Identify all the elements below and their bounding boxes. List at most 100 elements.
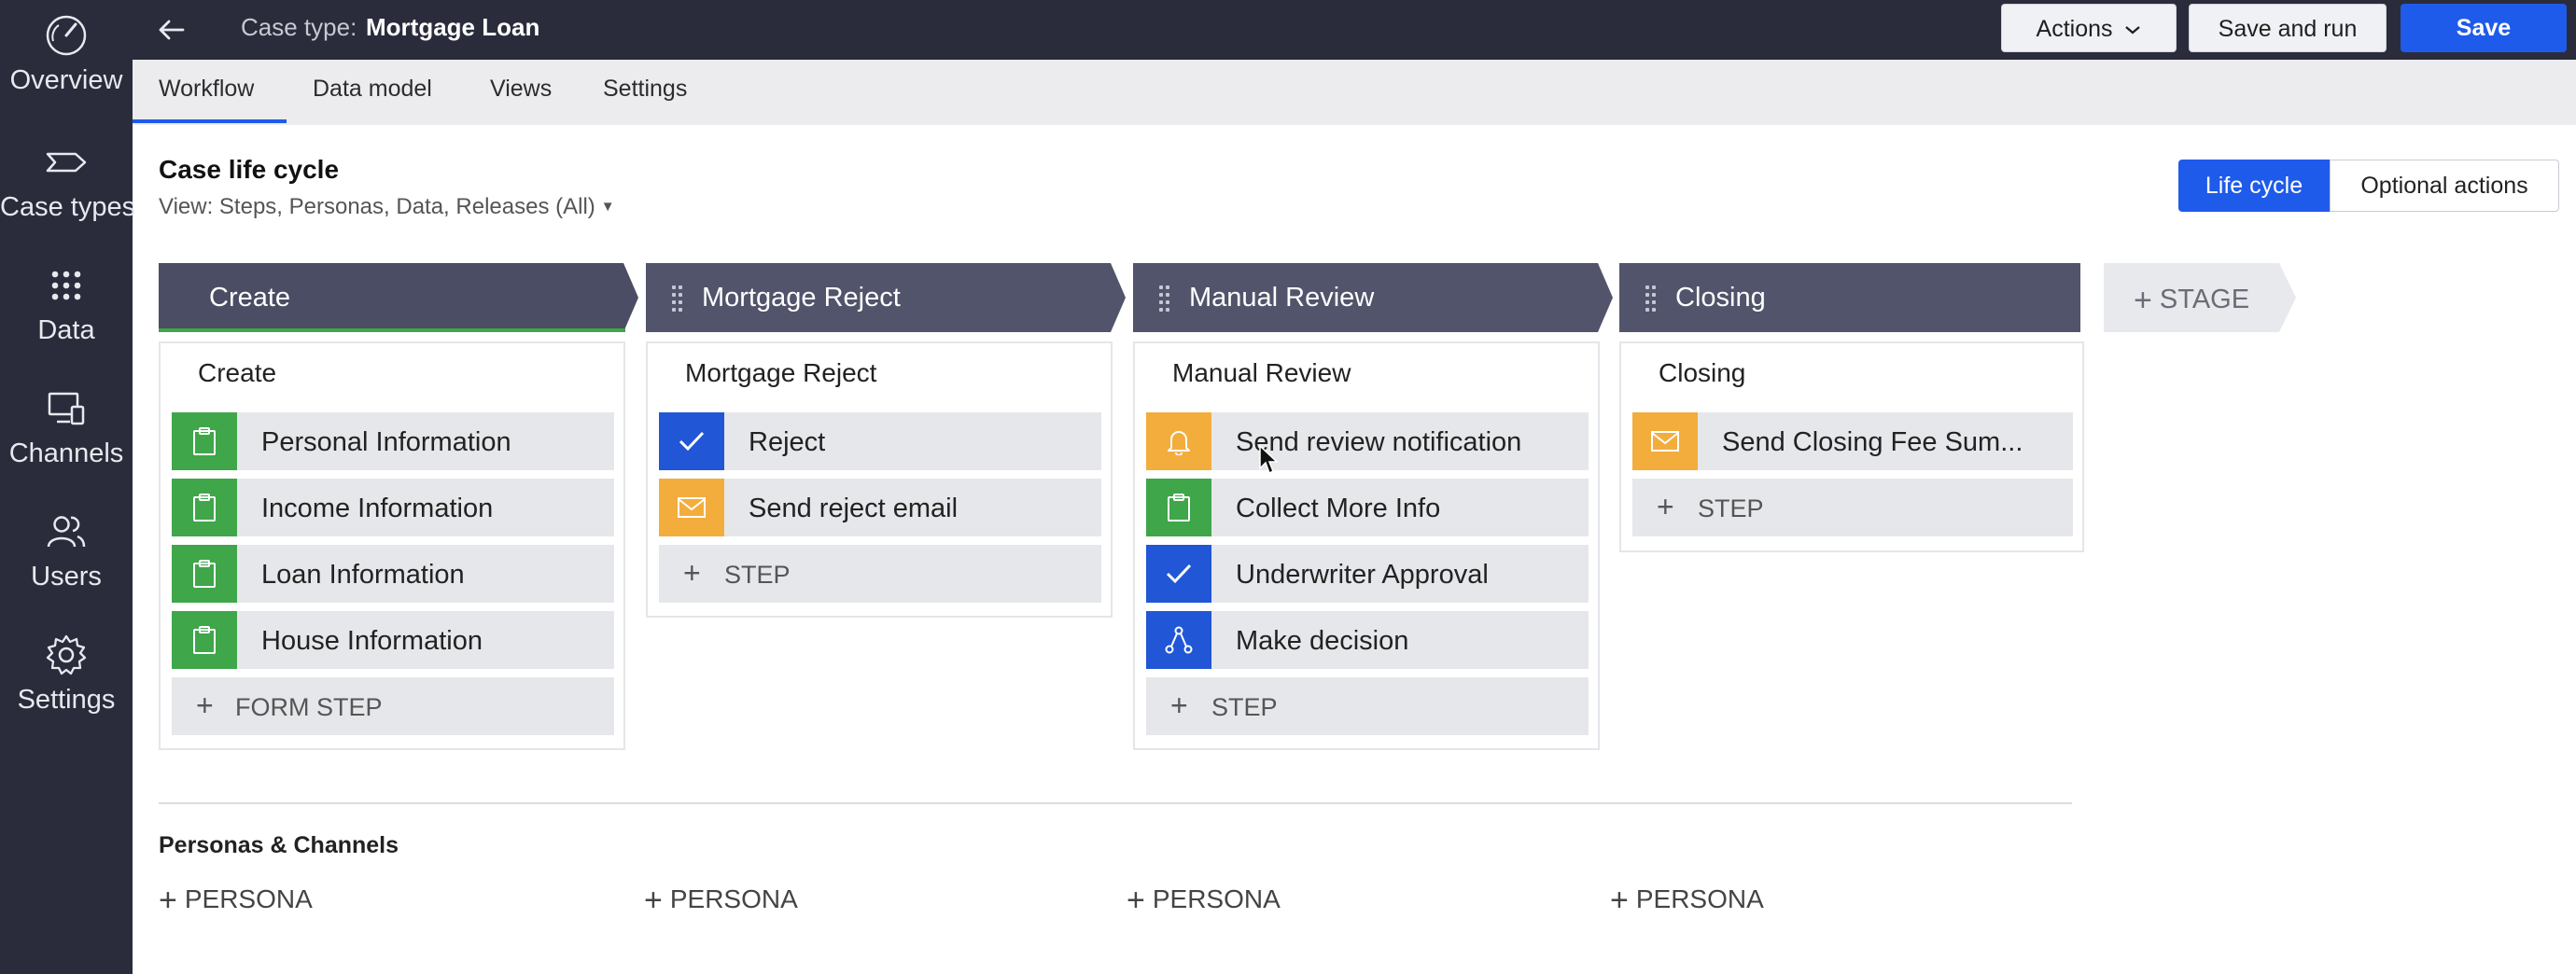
step-label: Personal Information	[261, 427, 511, 457]
envelope-icon	[1632, 412, 1698, 470]
add-persona-label: PERSONA	[1152, 884, 1281, 913]
tab-views[interactable]: Views	[490, 76, 552, 103]
plus-icon: +	[159, 883, 177, 918]
step-label: Make decision	[1236, 626, 1409, 656]
tab-workflow[interactable]: Workflow	[159, 76, 254, 103]
step-underwriter-approval[interactable]: Underwriter Approval	[1146, 545, 1589, 603]
back-arrow-icon[interactable]	[151, 11, 192, 49]
personas-channels-title: Personas & Channels	[159, 832, 399, 858]
nav-item-settings[interactable]: Settings	[0, 619, 133, 743]
step-collect-more-info[interactable]: Collect More Info	[1146, 479, 1589, 536]
plus-icon: +	[1657, 490, 1674, 523]
step-house-information[interactable]: House Information	[172, 611, 614, 669]
step-label: Income Information	[261, 494, 494, 523]
active-tab-indicator	[133, 119, 287, 123]
plus-icon: +	[1127, 883, 1145, 918]
step-label: Reject	[749, 427, 826, 457]
process-name[interactable]: Mortgage Reject	[685, 358, 876, 388]
top-bar: Case type: Mortgage Loan Actions Save an…	[133, 0, 2576, 60]
stage-name: Manual Review	[1189, 283, 1375, 313]
stage-name: Create	[209, 283, 291, 313]
nav-item-users[interactable]: Users	[0, 496, 133, 619]
view-selector-dropdown[interactable]: View: Steps, Personas, Data, Releases (A…	[159, 194, 615, 220]
stage-header-create[interactable]: Create	[159, 263, 638, 332]
nav-label-case-types: Case types	[0, 192, 136, 222]
add-step-button[interactable]: + STEP	[659, 545, 1101, 603]
mouse-cursor-icon	[1259, 444, 1279, 475]
add-step-button[interactable]: + STEP	[1632, 479, 2073, 536]
save-and-run-button[interactable]: Save and run	[2189, 4, 2387, 52]
stage-column-manual-review: Manual Review Send review notification C…	[1133, 341, 1600, 750]
left-nav-sidebar: Overview Case types Data Channels Users …	[0, 0, 136, 974]
process-name[interactable]: Create	[198, 358, 276, 388]
nav-label-overview: Overview	[9, 65, 123, 95]
add-persona-label: PERSONA	[1635, 884, 1764, 913]
plus-icon: +	[644, 883, 663, 918]
envelope-icon	[659, 479, 724, 536]
step-send-reject-email[interactable]: Send reject email	[659, 479, 1101, 536]
stage-column-create: Create Personal Information Income Infor…	[159, 341, 625, 750]
add-step-label: STEP	[1211, 693, 1278, 721]
stage-column-closing: Closing Send Closing Fee Sum... + STEP	[1619, 341, 2084, 552]
drag-handle-icon[interactable]	[1159, 285, 1172, 312]
process-name[interactable]: Manual Review	[1172, 358, 1351, 388]
stage-name: Closing	[1675, 283, 1766, 313]
nav-item-channels[interactable]: Channels	[0, 373, 133, 496]
data-icon	[51, 271, 81, 300]
step-label: House Information	[261, 626, 483, 656]
add-persona-button[interactable]: + PERSONA	[159, 883, 313, 919]
stage-header-mortgage-reject[interactable]: Mortgage Reject	[646, 263, 1126, 332]
check-icon	[659, 412, 724, 470]
add-form-step-button[interactable]: + FORM STEP	[172, 677, 614, 735]
save-button[interactable]: Save	[2401, 4, 2567, 52]
add-step-label: FORM STEP	[235, 693, 383, 721]
nav-item-data[interactable]: Data	[0, 250, 133, 373]
optional-actions-toggle-button[interactable]: Optional actions	[2330, 160, 2559, 212]
life-cycle-toggle-button[interactable]: Life cycle	[2178, 160, 2330, 212]
tab-bar: Workflow Data model Views Settings	[133, 60, 2576, 125]
add-persona-button[interactable]: + PERSONA	[1127, 883, 1281, 919]
drag-handle-icon[interactable]	[672, 285, 685, 312]
process-name[interactable]: Closing	[1659, 358, 1745, 388]
nav-label-data: Data	[37, 315, 95, 345]
view-selector-label: View: Steps, Personas, Data, Releases (A…	[159, 194, 595, 219]
step-income-information[interactable]: Income Information	[172, 479, 614, 536]
caret-down-icon: ▼	[600, 199, 615, 215]
nav-item-case-types[interactable]: Case types	[0, 127, 136, 250]
add-step-label: STEP	[1698, 494, 1764, 522]
tab-settings[interactable]: Settings	[603, 76, 687, 103]
add-persona-button[interactable]: + PERSONA	[644, 883, 798, 919]
plus-icon: +	[1170, 689, 1188, 722]
step-make-decision[interactable]: Make decision	[1146, 611, 1589, 669]
page-title: Case life cycle	[159, 155, 340, 184]
stage-header-manual-review[interactable]: Manual Review	[1133, 263, 1613, 332]
add-persona-label: PERSONA	[669, 884, 798, 913]
step-send-review-notification[interactable]: Send review notification	[1146, 412, 1589, 470]
add-stage-button[interactable]: + STAGE	[2104, 263, 2296, 332]
step-send-closing-fee-summary[interactable]: Send Closing Fee Sum...	[1632, 412, 2073, 470]
stage-header-closing[interactable]: Closing	[1619, 263, 2080, 332]
step-label: Send Closing Fee Sum...	[1722, 427, 2023, 457]
step-loan-information[interactable]: Loan Information	[172, 545, 614, 603]
step-personal-information[interactable]: Personal Information	[172, 412, 614, 470]
actions-button[interactable]: Actions	[2001, 4, 2177, 52]
clipboard-icon	[172, 412, 237, 470]
chevron-down-icon	[2125, 26, 2141, 35]
case-type-label: Case type:	[241, 13, 357, 41]
users-icon	[47, 516, 86, 548]
overview-icon	[46, 15, 87, 56]
add-step-label: STEP	[724, 561, 791, 589]
step-label: Loan Information	[261, 560, 465, 590]
clipboard-icon	[172, 479, 237, 536]
case-types-icon	[46, 152, 87, 173]
step-label: Collect More Info	[1236, 494, 1441, 523]
add-persona-label: PERSONA	[184, 884, 313, 913]
add-step-button[interactable]: + STEP	[1146, 677, 1589, 735]
nav-item-overview[interactable]: Overview	[0, 0, 133, 123]
add-persona-button[interactable]: + PERSONA	[1610, 883, 1764, 919]
stage-name: Mortgage Reject	[702, 283, 901, 313]
case-type-name: Mortgage Loan	[366, 13, 540, 41]
tab-data-model[interactable]: Data model	[313, 76, 432, 103]
drag-handle-icon[interactable]	[1645, 285, 1659, 312]
step-reject[interactable]: Reject	[659, 412, 1101, 470]
